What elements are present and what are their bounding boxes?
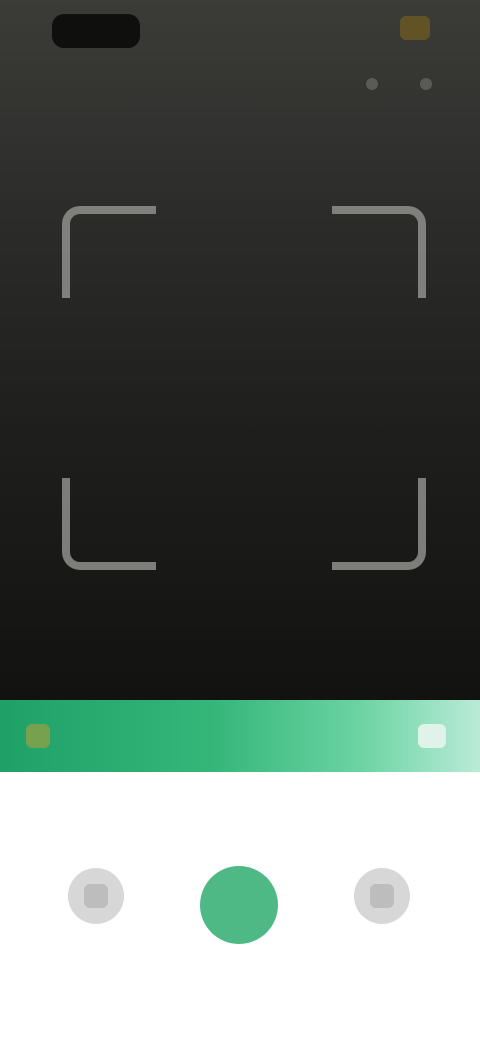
- history-button[interactable]: [354, 868, 410, 924]
- gallery-icon: [84, 884, 108, 908]
- bottom-panel: [0, 772, 480, 1040]
- tip-close-icon[interactable]: [418, 724, 446, 748]
- mode-tabs: [90, 810, 390, 830]
- battery-icon: [400, 16, 430, 40]
- tip-icon: [26, 724, 50, 748]
- scan-frame-corner-bottom-right: [332, 478, 426, 570]
- status-bar: [0, 0, 480, 60]
- history-icon: [370, 884, 394, 908]
- tip-banner[interactable]: [0, 700, 480, 772]
- status-time: [52, 14, 140, 48]
- scan-frame-corner-bottom-left: [62, 478, 156, 570]
- scan-frame-corner-top-left: [62, 206, 156, 298]
- more-icon[interactable]: [420, 78, 432, 90]
- top-actions: [350, 66, 446, 100]
- flash-icon[interactable]: [366, 78, 378, 90]
- shutter-button[interactable]: [200, 866, 278, 944]
- camera-viewfinder: [0, 0, 480, 700]
- gallery-button[interactable]: [68, 868, 124, 924]
- scan-frame-corner-top-right: [332, 206, 426, 298]
